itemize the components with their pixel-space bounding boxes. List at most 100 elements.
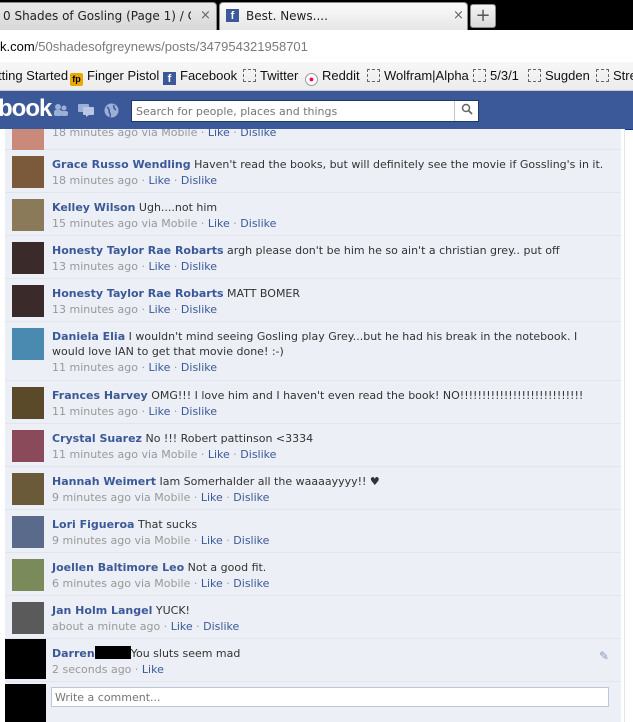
like-link[interactable]: Like [142,663,164,676]
dislike-link[interactable]: Dislike [240,129,276,139]
redacted-block [94,646,131,659]
dislike-link[interactable]: Dislike [181,174,217,187]
timestamp: 9 minutes ago via Mobile [52,491,191,504]
dislike-link[interactable]: Dislike [240,217,276,230]
search-box[interactable] [131,100,479,122]
like-link[interactable]: Like [208,129,230,139]
dislike-link[interactable]: Dislike [233,491,269,504]
commenter-name[interactable]: Lori Figueroa [52,518,134,531]
bookmark-wolfram-alpha[interactable]: Wolfram|Alpha [367,68,469,83]
comment-text: I wouldn't mind seeing Gosling play Grey… [52,330,578,358]
commenter-name[interactable]: Crystal Suarez [52,432,142,445]
avatar[interactable] [12,285,44,317]
bookmarks-bar: tting Started fp Finger Pistol f Facebook … [0,62,633,91]
like-link[interactable]: Like [148,303,170,316]
bookmark-getting-started[interactable]: tting Started [0,68,68,83]
commenter-name[interactable]: Kelley Wilson [52,201,135,214]
commenter-name[interactable]: Daniela Elia [52,330,125,343]
timestamp: 2 seconds ago [52,663,132,676]
avatar[interactable] [12,602,44,634]
dislike-link[interactable]: Dislike [181,361,217,374]
comment-text: Iam Somerhalder all the waaaayyyy!! ♥ [159,475,380,488]
comment-input[interactable] [51,687,609,707]
dislike-link[interactable]: Dislike [233,534,269,547]
dislike-link[interactable]: Dislike [203,620,239,633]
avatar[interactable] [12,559,44,591]
close-tab-icon[interactable]: × [200,8,211,23]
comment-text: You sluts seem mad [130,647,241,660]
notifications-globe-icon[interactable] [103,103,119,118]
friend-requests-icon[interactable] [53,103,69,117]
comment-text: No !!! Robert pattinson <3334 [145,432,314,445]
like-link[interactable]: Like [201,491,223,504]
like-link[interactable]: Like [208,217,230,230]
avatar[interactable] [12,387,44,419]
tab-shades-of-gosling[interactable]: 0 Shades of Gosling (Page 1) / Gener... … [0,2,217,30]
search-icon[interactable] [454,101,478,121]
bookmark-label: Twitter [260,68,299,83]
avatar[interactable] [12,516,44,548]
like-link[interactable]: Like [148,361,170,374]
bookmark-stre[interactable]: Stre [596,68,633,83]
dislike-link[interactable]: Dislike [233,577,269,590]
comment-text: argh please don't be him he so ain't a c… [227,244,560,257]
messages-icon[interactable] [78,103,94,117]
comment: Hannah Weimert Iam Somerhalder all the w… [5,467,621,510]
dislike-link[interactable]: Dislike [181,405,217,418]
commenter-name[interactable]: Hannah Weimert [52,475,156,488]
commenter-name[interactable]: Frances Harvey [52,389,148,402]
timestamp: about a minute ago [52,620,161,633]
like-link[interactable]: Like [148,260,170,273]
commenter-name[interactable]: Jan Holm Langel [52,604,152,617]
avatar[interactable] [12,199,44,231]
bookmark-label: Sugden [545,68,590,83]
avatar[interactable] [12,328,44,360]
avatar[interactable] [12,156,44,188]
commenter-name[interactable]: Honesty Taylor Rae Robarts [52,244,224,257]
dislike-link[interactable]: Dislike [181,303,217,316]
search-input[interactable] [136,102,454,120]
facebook-icon: f [163,72,176,85]
comment-text: Ugh....not him [138,201,218,214]
dislike-link[interactable]: Dislike [240,448,276,461]
avatar[interactable] [12,242,44,274]
like-link[interactable]: Like [148,405,170,418]
commenter-name[interactable]: Honesty Taylor Rae Robarts [52,287,224,300]
avatar[interactable] [5,639,46,679]
timestamp: 13 minutes ago [52,303,138,316]
avatar[interactable] [12,430,44,462]
comment-meta: 9 minutes ago via Mobile · Like · Dislik… [52,491,270,504]
bookmark-sugden[interactable]: Sugden [528,68,590,83]
browser-tab-strip: 0 Shades of Gosling (Page 1) / Gener... … [0,0,633,30]
like-link[interactable]: Like [201,577,223,590]
dislike-link[interactable]: Dislike [181,260,217,273]
comment-meta: 13 minutes ago · Like · Dislike [52,303,218,316]
tab-best-news[interactable]: f Best. News.... × [219,2,468,30]
address-bar[interactable]: k.com/50shadesofgreynews/posts/347954321… [0,30,633,63]
bookmark-twitter[interactable]: Twitter [243,68,298,83]
bookmark-page-icon [473,69,486,82]
like-link[interactable]: Like [208,448,230,461]
like-link[interactable]: Like [148,174,170,187]
comment-meta: 11 minutes ago · Like · Dislike [52,405,218,418]
new-tab-button[interactable]: + [470,4,496,28]
bookmark-finger-pistol[interactable]: fp Finger Pistol [70,68,159,86]
like-link[interactable]: Like [171,620,193,633]
commenter-name[interactable]: Grace Russo Wendling [52,158,191,171]
facebook-logo[interactable]: book [0,95,52,123]
avatar[interactable] [12,473,44,505]
bookmark-531[interactable]: 5/3/1 [473,68,519,83]
url-text[interactable]: k.com/50shadesofgreynews/posts/347954321… [0,39,308,54]
bookmark-reddit[interactable]: ● Reddit [305,68,360,86]
comment-meta: 6 minutes ago via Mobile · Like · Dislik… [52,577,270,590]
comment-meta: 18 minutes ago · Like · Dislike [52,174,218,187]
timestamp: 9 minutes ago via Mobile [52,534,191,547]
comment-meta: about a minute ago · Like · Dislike [52,620,240,633]
edit-pencil-icon[interactable]: ✎ [599,649,609,663]
commenter-name[interactable]: Darren [52,647,95,660]
like-link[interactable]: Like [201,534,223,547]
close-tab-icon[interactable]: × [453,8,464,23]
comment-text: YUCK! [155,604,190,617]
bookmark-facebook[interactable]: f Facebook [163,68,237,85]
commenter-name[interactable]: Joellen Baltimore Leo [52,561,184,574]
